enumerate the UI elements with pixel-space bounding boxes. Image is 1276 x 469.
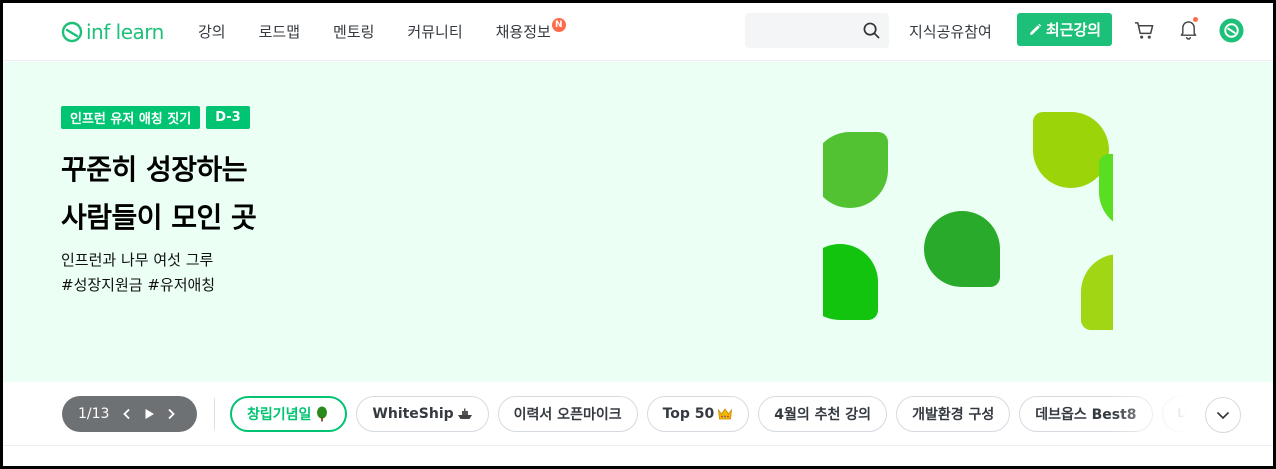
pencil-icon [1029, 23, 1042, 35]
play-icon [145, 409, 154, 419]
knowledge-share-link[interactable]: 지식공유참여 [909, 21, 992, 43]
avatar-icon[interactable] [1219, 18, 1244, 43]
chip-label: 이력서 오픈마이크 [513, 407, 622, 423]
top-header: inf learn 강의 로드맵 멘토링 커뮤니티 채용정보 N 지식공유참여 [3, 3, 1273, 61]
leaf-shape [1081, 254, 1113, 330]
nav-mentoring[interactable]: 멘토링 [333, 21, 374, 43]
chip-label: 데브옵스 Best8 [1035, 407, 1137, 423]
leaves-illustration [823, 112, 1113, 330]
hero-tags: 인프런 유저 애칭 짓기 D-3 [61, 106, 250, 129]
chip-label: WhiteShip [372, 406, 454, 422]
hero-title: 꾸준히 성장하는 사람들이 모인 곳 [61, 146, 257, 242]
banner-controls: 1/13 창립기념일 WhiteShip 이력서 오픈마이크 Top 50 4월… [3, 382, 1273, 446]
slide-counter: 1/13 [78, 406, 110, 422]
notification-dot [1193, 17, 1198, 22]
new-badge: N [551, 18, 566, 32]
chip-label: 개발환경 구성 [912, 407, 995, 423]
logo-icon [61, 21, 83, 43]
leaf-shape [1033, 112, 1109, 188]
search-box [745, 13, 889, 48]
hero-subtitle: 인프런과 나무 여섯 그루 #성장지원금 #유저애칭 [61, 248, 215, 298]
recent-lectures-button[interactable]: 최근강의 [1017, 13, 1112, 46]
nav-lectures[interactable]: 강의 [198, 21, 226, 43]
d-day-tag: D-3 [206, 106, 250, 129]
nav-roadmap[interactable]: 로드맵 [259, 21, 300, 43]
hero-title-line: 사람들이 모인 곳 [61, 201, 257, 234]
leaf-shape [823, 132, 888, 208]
chevron-right-icon [168, 408, 175, 420]
nav-community[interactable]: 커뮤니티 [407, 21, 462, 43]
hero-subtitle-line: 인프런과 나무 여섯 그루 [61, 251, 214, 269]
prev-slide-button[interactable] [116, 405, 138, 423]
logo-text: inf learn [86, 20, 164, 44]
banner-chip-list: 창립기념일 WhiteShip 이력서 오픈마이크 Top 50 4월의 추천 … [230, 396, 1188, 434]
chip-whiteship[interactable]: WhiteShip [356, 396, 489, 432]
hero-title-line: 꾸준히 성장하는 [61, 153, 248, 186]
chip-label: 창립기념일 [247, 407, 312, 423]
recent-lectures-label: 최근강의 [1045, 21, 1102, 39]
event-tag: 인프런 유저 애칭 짓기 [61, 106, 201, 129]
chip-top50[interactable]: Top 50 [646, 396, 750, 432]
leaf-shape [924, 211, 1000, 287]
logo[interactable]: inf learn [61, 20, 164, 44]
search-input[interactable] [745, 13, 855, 48]
chip-april-picks[interactable]: 4월의 추천 강의 [758, 396, 888, 432]
chip-dev-environment[interactable]: 개발환경 구성 [896, 396, 1011, 432]
crown-icon [718, 408, 733, 420]
chip-anniversary[interactable]: 창립기념일 [230, 396, 348, 432]
chevron-left-icon [123, 408, 130, 420]
leaf-shape [1099, 154, 1113, 222]
nav-jobs[interactable]: 채용정보 N [495, 18, 566, 43]
hero-banner[interactable]: 인프런 유저 애칭 짓기 D-3 꾸준히 성장하는 사람들이 모인 곳 인프런과… [3, 62, 1273, 382]
divider [214, 398, 215, 430]
chip-label: Top 50 [662, 406, 715, 422]
search-icon[interactable] [863, 22, 880, 39]
browser-viewport: inf learn 강의 로드맵 멘토링 커뮤니티 채용정보 N 지식공유참여 [3, 3, 1273, 466]
chip-devops-best8[interactable]: 데브옵스 Best8 [1019, 396, 1153, 432]
tree-icon [317, 406, 328, 422]
chip-label: 4월의 추천 강의 [774, 407, 872, 423]
hero-subtitle-line: #성장지원금 #유저애칭 [61, 276, 216, 294]
main-nav: 강의 로드맵 멘토링 커뮤니티 채용정보 N [198, 18, 584, 43]
leaf-shape [823, 244, 878, 320]
play-button[interactable] [138, 405, 160, 423]
chips-next-button[interactable] [1205, 397, 1241, 433]
chip-label: 나에게 맞 [1177, 407, 1188, 423]
chip-resume-openmic[interactable]: 이력서 오픈마이크 [497, 396, 638, 432]
banner-pager: 1/13 [62, 396, 197, 432]
next-slide-button[interactable] [160, 405, 182, 423]
bell-icon[interactable] [1179, 19, 1198, 40]
ship-icon [457, 408, 472, 419]
nav-jobs-label: 채용정보 [495, 23, 551, 41]
cart-icon[interactable] [1134, 20, 1155, 41]
chip-for-me[interactable]: 나에게 맞 [1161, 396, 1188, 432]
chevron-down-icon [1216, 411, 1230, 419]
